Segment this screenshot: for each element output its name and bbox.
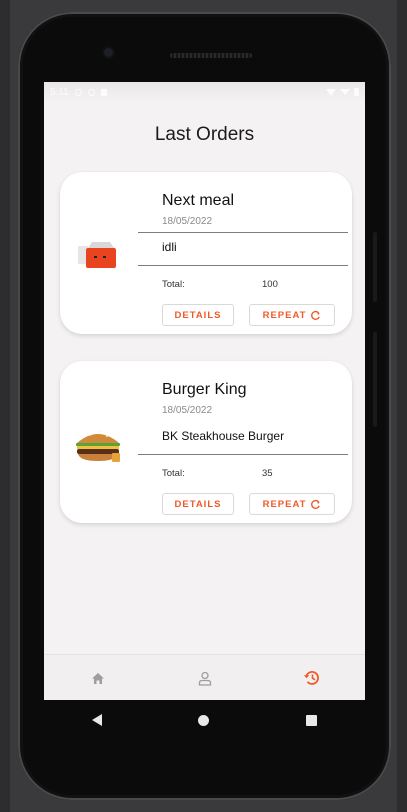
repeat-button-label: REPEAT [262,309,307,321]
divider [138,232,348,233]
power-button [373,332,377,427]
divider [138,454,348,455]
home-circle-icon[interactable] [198,714,210,726]
status-bar: 5:11 [44,82,365,102]
repeat-icon [311,499,321,509]
repeat-button-label: REPEAT [262,498,307,510]
system-navigation-bar [44,700,365,740]
bottom-navigation [44,654,365,700]
app-screen: 5:11 Last Orders Next meal 18/05/2022 id… [44,82,365,700]
page-title: Last Orders [154,124,255,145]
front-camera [104,48,113,57]
wifi-icon [326,88,336,96]
details-button-label: DETAILS [174,309,222,321]
details-button-label: DETAILS [174,498,222,510]
recent-apps-icon[interactable] [305,714,317,726]
total-label: Total: [162,279,185,290]
battery-icon [354,88,359,96]
total-value: 35 [262,468,273,479]
order-card: Next meal 18/05/2022 idli Total: 100 DET… [60,172,352,334]
history-icon [303,671,319,685]
settings-notification-icon [74,88,82,96]
nav-home[interactable] [78,663,118,693]
order-date: 18/05/2022 [162,405,213,416]
sim-notification-icon [100,88,107,96]
repeat-icon [311,310,321,320]
device-frame-left [0,0,10,812]
device-frame-right [397,0,407,812]
restaurant-name: Next meal [162,192,235,209]
order-item: BK Steakhouse Burger [162,429,285,443]
signal-icon [340,89,350,95]
nav-profile[interactable] [185,663,225,693]
restaurant-name: Burger King [162,381,247,398]
total-value: 100 [262,279,278,290]
details-button[interactable]: DETAILS [162,304,234,326]
order-date: 18/05/2022 [162,216,213,227]
repeat-button[interactable]: REPEAT [249,493,335,515]
profile-icon [198,671,211,686]
earpiece-speaker [170,53,252,58]
burger-icon [76,431,120,462]
volume-button [373,232,377,302]
details-button[interactable]: DETAILS [162,493,234,515]
nav-history[interactable] [292,663,332,693]
divider [138,265,348,266]
total-label: Total: [162,468,185,479]
red-food-bag-icon [78,242,116,268]
back-icon[interactable] [92,714,103,726]
shield-notification-icon [87,88,95,96]
repeat-button[interactable]: REPEAT [249,304,335,326]
order-item: idli [162,240,177,254]
home-icon [91,672,104,684]
order-card: Burger King 18/05/2022 BK Steakhouse Bur… [60,361,352,523]
status-time: 5:11 [50,86,69,98]
